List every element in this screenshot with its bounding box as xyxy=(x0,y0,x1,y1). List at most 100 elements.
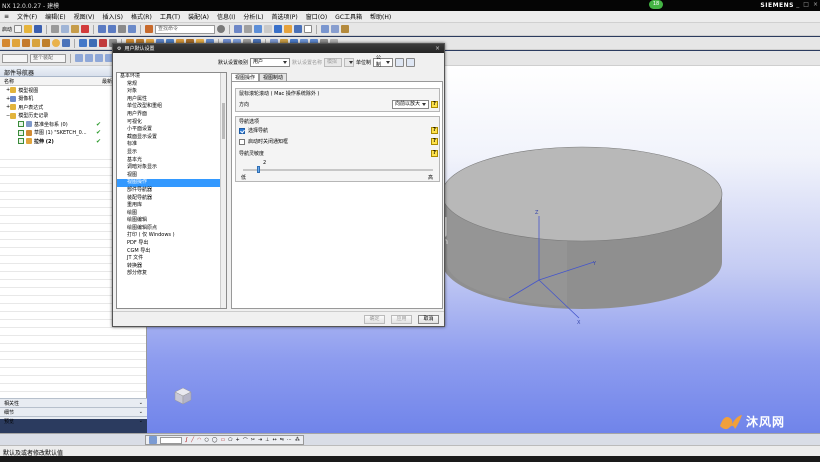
search-icon[interactable] xyxy=(217,25,226,33)
category-item[interactable]: 标准 xyxy=(117,141,226,149)
rectangle-icon[interactable]: ▭ xyxy=(220,437,225,443)
layout-icon[interactable] xyxy=(234,25,243,33)
subtract-icon[interactable] xyxy=(89,39,97,47)
panel-details[interactable]: 细节 ⌄ xyxy=(0,407,147,416)
redo-icon[interactable] xyxy=(108,25,117,33)
maximize-icon[interactable]: □ xyxy=(803,1,809,8)
column-name[interactable]: 名称 xyxy=(4,78,14,85)
category-item[interactable]: 基本环境 xyxy=(117,73,226,81)
category-item[interactable]: 调暗对象显示 xyxy=(117,164,226,172)
menu-analysis[interactable]: 分析(L) xyxy=(239,12,267,21)
minimize-icon[interactable]: _ xyxy=(796,1,799,8)
category-item[interactable]: 绘图编辑 xyxy=(117,217,226,225)
category-item[interactable]: 对象 xyxy=(117,88,226,96)
offset-icon[interactable]: ⋯ xyxy=(287,437,292,443)
view-icon[interactable] xyxy=(321,25,330,33)
visibility-checkbox[interactable] xyxy=(18,138,24,145)
menu-file[interactable]: 文件(F) xyxy=(13,12,41,21)
point-icon[interactable]: + xyxy=(236,437,240,443)
cancel-button[interactable]: 取消 xyxy=(418,315,439,324)
window-icon[interactable] xyxy=(128,25,137,33)
hole-icon[interactable] xyxy=(62,39,70,47)
render-style-icon[interactable] xyxy=(274,25,283,33)
level-select[interactable]: 用户 xyxy=(250,57,291,67)
visibility-checkbox[interactable] xyxy=(18,129,24,136)
slider-knob[interactable] xyxy=(257,166,260,173)
dialog-titlebar[interactable]: ⚙ 用户默认设置 × xyxy=(113,44,444,53)
menu-help[interactable]: 帮助(H) xyxy=(366,12,395,21)
fillet-icon[interactable]: ⌒ xyxy=(243,437,248,444)
command-search-input[interactable]: 查找命令 xyxy=(155,24,216,34)
category-item[interactable]: JT 文件 xyxy=(117,255,226,263)
menu-preferences[interactable]: 首选项(P) xyxy=(267,12,301,21)
menu-gc-toolbox[interactable]: GC工具箱 xyxy=(331,12,366,21)
copy-icon[interactable] xyxy=(61,25,70,33)
repeat-icon[interactable] xyxy=(118,25,127,33)
constraint-icon[interactable]: ⊥ xyxy=(265,437,269,443)
find-default-icon[interactable] xyxy=(395,57,405,67)
category-item[interactable]: 部件导航器 xyxy=(117,187,226,195)
help-icon[interactable]: ? xyxy=(431,127,438,134)
background-icon[interactable] xyxy=(304,25,313,33)
trim-icon[interactable]: ✂ xyxy=(251,437,255,443)
menu-insert[interactable]: 插入(S) xyxy=(98,12,127,21)
dimension-icon[interactable]: ↔ xyxy=(273,437,277,443)
analysis-icon[interactable] xyxy=(341,25,350,33)
category-item-selected[interactable]: 视图操作 xyxy=(117,179,226,187)
menu-edit[interactable]: 编辑(E) xyxy=(41,12,69,21)
unit-select[interactable]: 公制 xyxy=(373,55,394,68)
category-item[interactable]: 单位改型和重组 xyxy=(117,103,226,111)
color-icon[interactable] xyxy=(284,25,293,33)
measure-icon[interactable] xyxy=(331,25,340,33)
category-item[interactable]: PDF 导出 xyxy=(117,240,226,248)
extrude-icon[interactable] xyxy=(12,39,20,47)
close-icon[interactable]: × xyxy=(435,45,440,52)
save-icon[interactable] xyxy=(34,25,43,33)
category-item[interactable]: 重用库 xyxy=(117,202,226,210)
snap-midpoint-icon[interactable] xyxy=(85,54,93,62)
close-notification-checkbox[interactable] xyxy=(239,138,245,145)
wireframe-icon[interactable] xyxy=(264,25,273,33)
new-icon[interactable] xyxy=(14,25,23,33)
sketch-finish-icon[interactable] xyxy=(149,436,157,444)
view-triad-icon[interactable] xyxy=(174,387,192,405)
help-icon[interactable]: ? xyxy=(431,101,438,108)
manage-defaults-icon[interactable] xyxy=(406,57,416,67)
menu-tools[interactable]: 工具(T) xyxy=(156,12,184,21)
scrollbar-thumb[interactable] xyxy=(222,103,225,139)
category-item[interactable]: 小平面设置 xyxy=(117,126,226,134)
fit-icon[interactable] xyxy=(244,25,253,33)
menu-window[interactable]: 窗口(O) xyxy=(302,12,331,21)
polygon-icon[interactable]: ⬠ xyxy=(228,437,232,443)
arc-icon[interactable]: ◠ xyxy=(197,437,201,443)
category-list-scrollbar[interactable] xyxy=(220,73,226,308)
category-item[interactable]: 用户界面 xyxy=(117,111,226,119)
shaded-icon[interactable] xyxy=(254,25,263,33)
category-item[interactable]: 显示 xyxy=(117,149,226,157)
paste-icon[interactable] xyxy=(71,25,80,33)
menu-format[interactable]: 格式(R) xyxy=(127,12,156,21)
column-latest[interactable]: 最新 xyxy=(102,78,112,85)
scope-filter-select[interactable]: 整个装配 xyxy=(30,53,66,63)
profile-icon[interactable]: ∫ xyxy=(185,437,188,443)
help-icon[interactable]: ? xyxy=(431,150,438,157)
intersect-icon[interactable] xyxy=(99,39,107,47)
type-filter-select[interactable] xyxy=(2,53,28,63)
command-finder-icon[interactable] xyxy=(145,25,154,33)
direction-select[interactable]: 向前以放大 xyxy=(392,100,429,109)
unite-icon[interactable] xyxy=(79,39,87,47)
pattern-icon[interactable]: ⁂ xyxy=(295,437,300,443)
snap-endpoint-icon[interactable] xyxy=(75,54,83,62)
menu-view[interactable]: 视图(V) xyxy=(70,12,99,21)
circle2-icon[interactable]: ◯ xyxy=(212,437,218,443)
start-button[interactable]: 启动 xyxy=(2,26,12,33)
cut-icon[interactable] xyxy=(51,25,60,33)
category-item[interactable]: 装配导航器 xyxy=(117,195,226,203)
circle-icon[interactable]: ○ xyxy=(204,437,208,443)
close-icon[interactable]: × xyxy=(813,1,818,8)
select-navigation-checkbox[interactable] xyxy=(239,127,245,134)
sphere-icon[interactable] xyxy=(52,39,60,47)
ok-button[interactable]: 确定 xyxy=(364,315,385,324)
cylinder-icon[interactable] xyxy=(42,39,50,47)
menu-info[interactable]: 信息(I) xyxy=(213,12,239,21)
